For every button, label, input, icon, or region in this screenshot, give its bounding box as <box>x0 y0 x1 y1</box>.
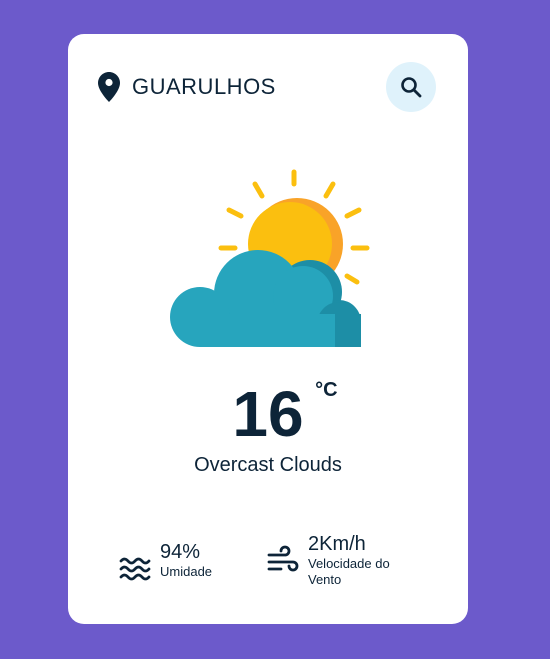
search-icon <box>401 77 422 98</box>
temperature-block: 16 °C <box>68 374 468 454</box>
card-header: GUARULHOS <box>98 62 436 112</box>
humidity-value: 94% <box>160 541 201 563</box>
wind-label: Velocidade do Vento <box>308 556 390 587</box>
temperature-value: 16 °C <box>232 378 338 450</box>
humidity-stat: 94% Umidade <box>118 540 256 586</box>
weather-card: GUARULHOS 16 °C Overcast Clouds 94% Umid… <box>68 34 468 624</box>
temperature-unit: °C <box>315 379 338 401</box>
map-pin-icon <box>98 72 120 102</box>
location: GUARULHOS <box>98 72 276 102</box>
search-button[interactable] <box>386 62 436 112</box>
city-name: GUARULHOS <box>132 74 276 99</box>
wind-icon <box>267 545 299 572</box>
weather-description: Overcast Clouds <box>194 454 342 476</box>
wind-value: 2Km/h <box>308 533 366 555</box>
humidity-label: Umidade <box>160 564 213 579</box>
wind-stat: 2Km/h Velocidade do Vento <box>266 532 404 588</box>
sun-behind-cloud-icon <box>170 169 370 347</box>
waves-icon <box>119 557 151 581</box>
